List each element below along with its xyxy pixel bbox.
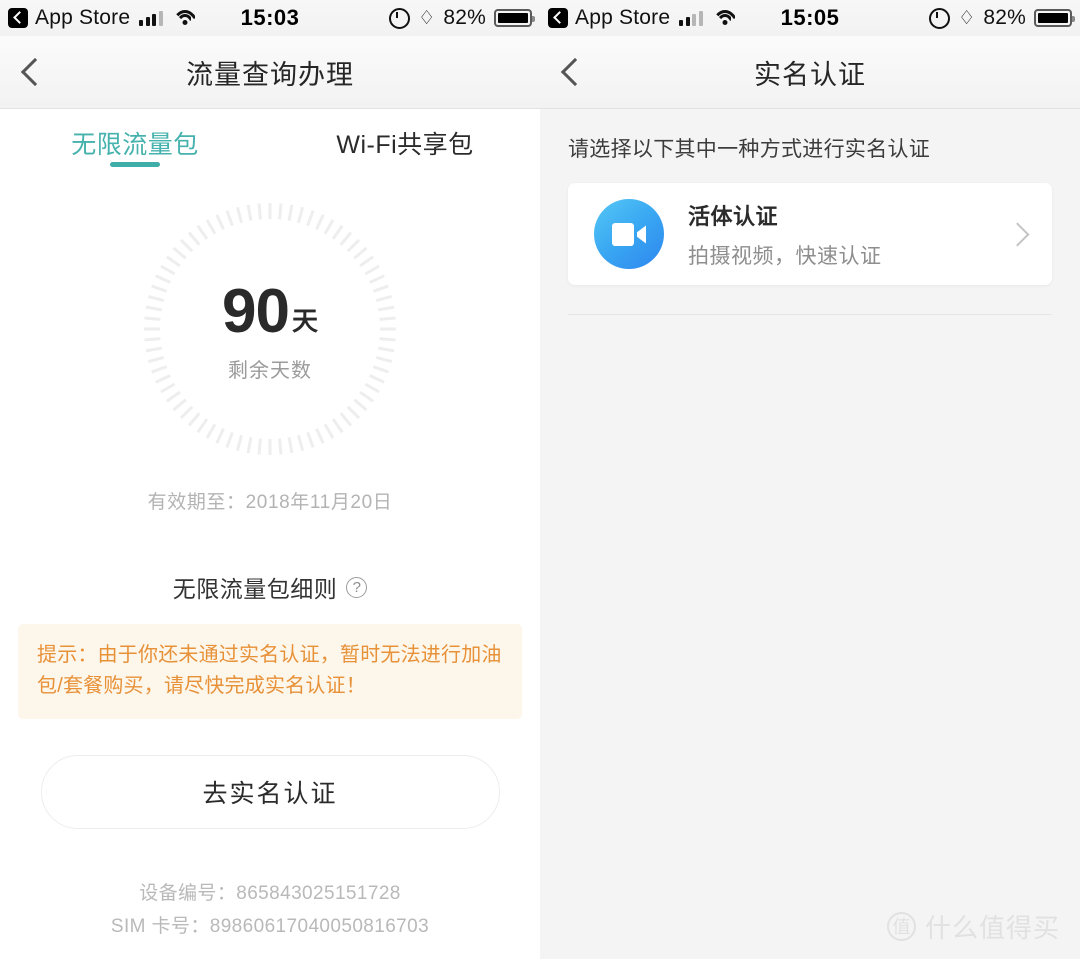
liveness-verification-option[interactable]: 活体认证 拍摄视频，快速认证 xyxy=(568,183,1052,285)
watermark-badge-icon: 值 xyxy=(886,912,916,941)
battery-icon xyxy=(1034,9,1075,27)
battery-percent-label: 82% xyxy=(443,6,486,29)
device-id-value: 865843025151728 xyxy=(236,883,401,904)
video-camera-glyph xyxy=(612,222,646,246)
tab-label: Wi-Fi共享包 xyxy=(336,131,474,159)
tab-wifi-share[interactable]: Wi-Fi共享包 xyxy=(270,109,540,177)
package-details-title: 无限流量包细则 xyxy=(172,576,338,602)
page-title: 流量查询办理 xyxy=(186,59,354,90)
expiry-date-text: 有效期至：2018年11月20日 xyxy=(147,492,393,513)
alarm-clock-icon xyxy=(929,7,951,29)
device-meta-block: 设备编号：865843025151728 SIM 卡号：898606170400… xyxy=(0,877,540,944)
dial-value-row: 90 天 xyxy=(222,281,318,343)
right-phone-screen: App Store 15:05 ♢ 82% 实名认证 请选择以下其中一种方式进行… xyxy=(540,0,1080,959)
watermark-text: 什么值得买 xyxy=(924,913,1060,943)
tab-bar: 无限流量包 Wi-Fi共享包 xyxy=(0,109,540,177)
remaining-days-value: 90 xyxy=(222,277,290,346)
tab-active-indicator xyxy=(110,162,160,167)
remaining-days-unit: 天 xyxy=(291,306,318,336)
watermark: 值 什么值得买 xyxy=(886,908,1060,945)
option-subtitle: 拍摄视频，快速认证 xyxy=(688,244,882,268)
right-nav-bar: 实名认证 xyxy=(540,36,1080,109)
alarm-clock-icon xyxy=(389,7,411,29)
status-bar-right-group: ♢ 82% xyxy=(389,6,535,30)
remaining-days-dial: 90 天 剩余天数 xyxy=(140,199,400,459)
section-divider xyxy=(568,314,1052,315)
verification-hint-text: 请选择以下其中一种方式进行实名认证 xyxy=(568,138,931,161)
bluetooth-icon: ♢ xyxy=(418,6,436,29)
dual-screenshot: App Store 15:03 ♢ 82% 流量查询办理 无限流量包 Wi-Fi… xyxy=(0,0,1080,959)
dial-center-content: 90 天 剩余天数 xyxy=(140,199,400,459)
video-camera-icon xyxy=(594,199,664,269)
verification-warning-banner: 提示：由于你还未通过实名认证，暂时无法进行加油包/套餐购买，请尽快完成实名认证！ xyxy=(18,624,522,719)
right-status-bar: App Store 15:05 ♢ 82% xyxy=(540,0,1080,36)
battery-icon xyxy=(494,9,535,27)
option-title: 活体认证 xyxy=(688,203,779,229)
device-id-label: 设备编号： xyxy=(139,883,237,904)
package-details-row[interactable]: 无限流量包细则 ? xyxy=(0,570,540,604)
chevron-right-icon xyxy=(1005,221,1030,247)
device-id-row: 设备编号：865843025151728 xyxy=(0,877,540,910)
tab-label: 无限流量包 xyxy=(71,131,199,159)
remaining-days-caption: 剩余天数 xyxy=(228,360,312,382)
sim-id-label: SIM 卡号： xyxy=(110,916,210,938)
battery-percent-label: 82% xyxy=(983,6,1026,29)
page-title: 实名认证 xyxy=(754,59,866,90)
go-to-verification-button[interactable]: 去实名认证 xyxy=(40,755,500,829)
question-mark-icon[interactable]: ? xyxy=(346,576,368,598)
left-phone-screen: App Store 15:03 ♢ 82% 流量查询办理 无限流量包 Wi-Fi… xyxy=(0,0,540,959)
bluetooth-icon: ♢ xyxy=(958,6,976,29)
left-status-bar: App Store 15:03 ♢ 82% xyxy=(0,0,540,36)
sim-id-value: 89860617040050816703 xyxy=(209,916,430,938)
option-text-group: 活体认证 拍摄视频，快速认证 xyxy=(688,199,1009,270)
tab-unlimited-data[interactable]: 无限流量包 xyxy=(0,109,270,177)
sim-id-row: SIM 卡号：89860617040050816703 xyxy=(0,910,540,943)
left-nav-bar: 流量查询办理 xyxy=(0,36,540,109)
status-bar-right-group: ♢ 82% xyxy=(929,6,1075,30)
